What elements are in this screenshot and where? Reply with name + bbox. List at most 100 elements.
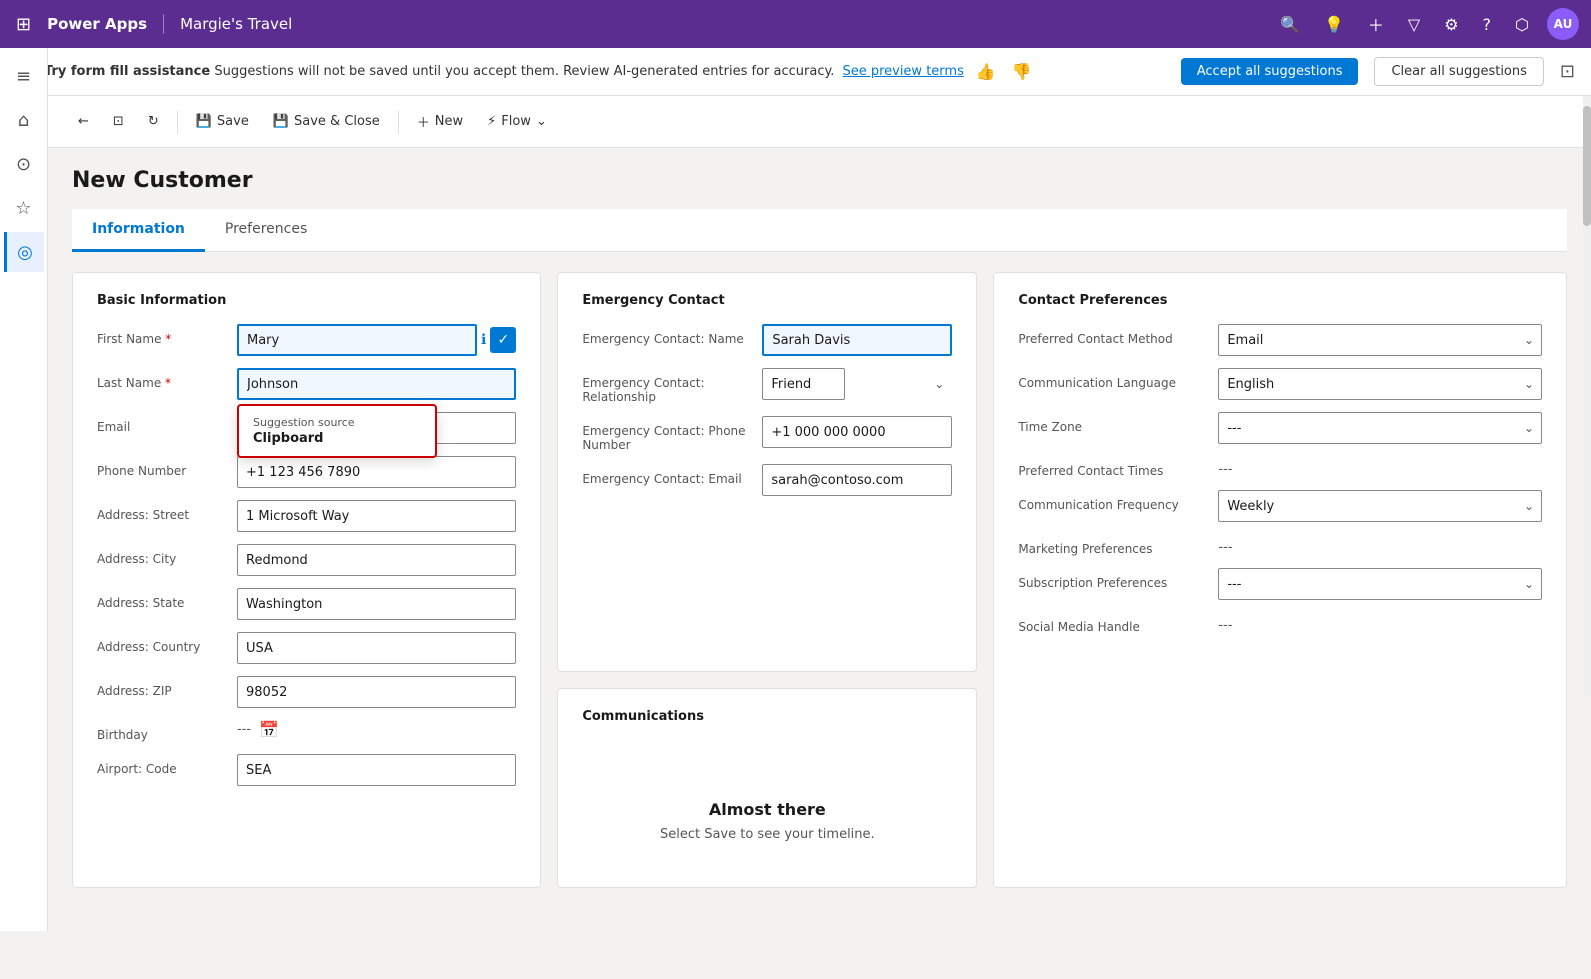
copilot-icon[interactable]: ⬡: [1509, 9, 1535, 40]
ec-name-row: Emergency Contact: Name: [582, 324, 952, 356]
ec-phone-input[interactable]: [762, 416, 952, 448]
pref-contact-method-select[interactable]: Email Phone Mail: [1218, 324, 1542, 356]
city-input[interactable]: [237, 544, 516, 576]
ec-name-input[interactable]: [762, 324, 952, 356]
help-icon[interactable]: ?: [1477, 9, 1498, 40]
communications-empty: Almost there Select Save to see your tim…: [582, 740, 952, 862]
suggestion-tooltip: Suggestion source Clipboard: [237, 404, 437, 458]
save-button[interactable]: 💾 Save: [186, 108, 259, 135]
comm-language-wrapper: English Spanish French: [1218, 368, 1542, 400]
clear-all-button[interactable]: Clear all suggestions: [1374, 57, 1543, 86]
search-icon[interactable]: 🔍: [1274, 9, 1306, 40]
record-name: Margie's Travel: [180, 15, 292, 33]
zip-input[interactable]: [237, 676, 516, 708]
sidebar-item-globe[interactable]: ◎: [4, 232, 44, 272]
lightbulb-icon[interactable]: 💡: [1318, 9, 1350, 40]
subscription-pref-select[interactable]: ---: [1218, 568, 1542, 600]
banner-text: Try form fill assistance Suggestions wil…: [44, 64, 834, 79]
ec-email-input[interactable]: [762, 464, 952, 496]
grid-icon[interactable]: ⊞: [12, 10, 35, 39]
time-zone-select[interactable]: ---: [1218, 412, 1542, 444]
ec-phone-row: Emergency Contact: Phone Number: [582, 416, 952, 452]
country-input[interactable]: [237, 632, 516, 664]
top-navigation: ⊞ Power Apps Margie's Travel 🔍 💡 ＋ ▽ ⚙ ?…: [0, 0, 1591, 48]
subscription-pref-label: Subscription Preferences: [1018, 568, 1218, 590]
accept-all-button[interactable]: Accept all suggestions: [1181, 58, 1359, 85]
comm-language-select[interactable]: English Spanish French: [1218, 368, 1542, 400]
accept-first-name-button[interactable]: ✓: [490, 327, 516, 353]
city-row: Address: City: [97, 544, 516, 576]
street-label: Address: Street: [97, 500, 237, 522]
flow-button[interactable]: ⚡ Flow ⌄: [477, 108, 557, 135]
first-name-input[interactable]: [237, 324, 477, 356]
nav-divider: [163, 14, 164, 34]
pref-contact-times-value: ---: [1218, 456, 1232, 477]
birthday-label: Birthday: [97, 720, 237, 742]
save-close-icon: 💾: [273, 114, 289, 129]
info-icon[interactable]: ℹ: [481, 332, 486, 348]
birthday-row: Birthday --- 📅: [97, 720, 516, 742]
suggestion-source-label: Suggestion source: [253, 416, 421, 429]
new-label: New: [435, 114, 463, 129]
refresh-button[interactable]: ↻: [138, 108, 169, 135]
comm-frequency-row: Communication Frequency Weekly Daily Mon…: [1018, 490, 1542, 522]
basic-info-panel: Basic Information First Name * ℹ ✓ Last …: [72, 272, 541, 888]
tab-preferences[interactable]: Preferences: [205, 209, 327, 252]
sidebar-toggle-icon[interactable]: ⊡: [1560, 61, 1575, 82]
form-fill-banner: Try form fill assistance Suggestions wil…: [0, 48, 1591, 96]
sidebar-item-recent[interactable]: ⊙: [4, 144, 44, 184]
scrollbar[interactable]: [1583, 96, 1591, 696]
avatar[interactable]: AU: [1547, 8, 1579, 40]
new-button[interactable]: ＋ New: [407, 106, 473, 137]
subscription-pref-wrapper: ---: [1218, 568, 1542, 600]
left-sidebar: ≡ ⌂ ⊙ ☆ ◎: [0, 48, 48, 931]
pref-contact-method-row: Preferred Contact Method Email Phone Mai…: [1018, 324, 1542, 356]
tab-bar: Information Preferences: [72, 209, 1567, 252]
communications-panel: Communications Almost there Select Save …: [557, 688, 977, 888]
thumbs-down-icon[interactable]: 👎: [1008, 60, 1036, 83]
content-wrapper: ← ⊡ ↻ 💾 Save 💾 Save & Close ＋ New ⚡ Flow…: [48, 96, 1591, 979]
middle-column: Emergency Contact Emergency Contact: Nam…: [557, 272, 977, 888]
social-media-label: Social Media Handle: [1018, 612, 1218, 634]
settings-icon[interactable]: ⚙: [1438, 9, 1464, 40]
time-zone-row: Time Zone ---: [1018, 412, 1542, 444]
comm-language-row: Communication Language English Spanish F…: [1018, 368, 1542, 400]
comm-empty-title: Almost there: [602, 800, 932, 819]
sidebar-item-home[interactable]: ⌂: [4, 100, 44, 140]
ec-rel-row: Emergency Contact: Relationship Friend F…: [582, 368, 952, 404]
airport-input[interactable]: [237, 754, 516, 786]
phone-input[interactable]: [237, 456, 516, 488]
social-media-value: ---: [1218, 612, 1232, 633]
sidebar-item-menu[interactable]: ≡: [4, 56, 44, 96]
ec-rel-select[interactable]: Friend Family Colleague Other: [762, 368, 845, 400]
calendar-icon[interactable]: 📅: [259, 720, 279, 739]
save-close-button[interactable]: 💾 Save & Close: [263, 108, 390, 135]
sidebar-item-pinned[interactable]: ☆: [4, 188, 44, 228]
comm-frequency-wrapper: Weekly Daily Monthly: [1218, 490, 1542, 522]
tab-information[interactable]: Information: [72, 209, 205, 252]
ec-rel-select-wrapper: Friend Family Colleague Other: [762, 368, 952, 400]
back-button[interactable]: ←: [68, 108, 99, 135]
last-name-input[interactable]: [237, 368, 516, 400]
state-label: Address: State: [97, 588, 237, 610]
filter-icon[interactable]: ▽: [1402, 9, 1426, 40]
social-media-row: Social Media Handle ---: [1018, 612, 1542, 634]
refresh-icon: ↻: [148, 114, 159, 129]
street-input[interactable]: [237, 500, 516, 532]
scroll-thumb[interactable]: [1583, 106, 1591, 226]
preview-terms-link[interactable]: See preview terms: [842, 64, 963, 79]
airport-label: Airport: Code: [97, 754, 237, 776]
plus-icon[interactable]: ＋: [1362, 6, 1390, 42]
save-icon: 💾: [196, 114, 212, 129]
state-input[interactable]: [237, 588, 516, 620]
basic-info-title: Basic Information: [97, 293, 516, 308]
birthday-value: ---: [237, 722, 251, 737]
comm-frequency-select[interactable]: Weekly Daily Monthly: [1218, 490, 1542, 522]
ec-name-label: Emergency Contact: Name: [582, 324, 762, 346]
thumbs-up-icon[interactable]: 👍: [972, 60, 1000, 83]
app-name: Power Apps: [47, 15, 147, 33]
save-label: Save: [217, 114, 249, 129]
pop-out-button[interactable]: ⊡: [103, 108, 134, 135]
ec-email-row: Emergency Contact: Email: [582, 464, 952, 496]
emergency-contact-title: Emergency Contact: [582, 293, 952, 308]
